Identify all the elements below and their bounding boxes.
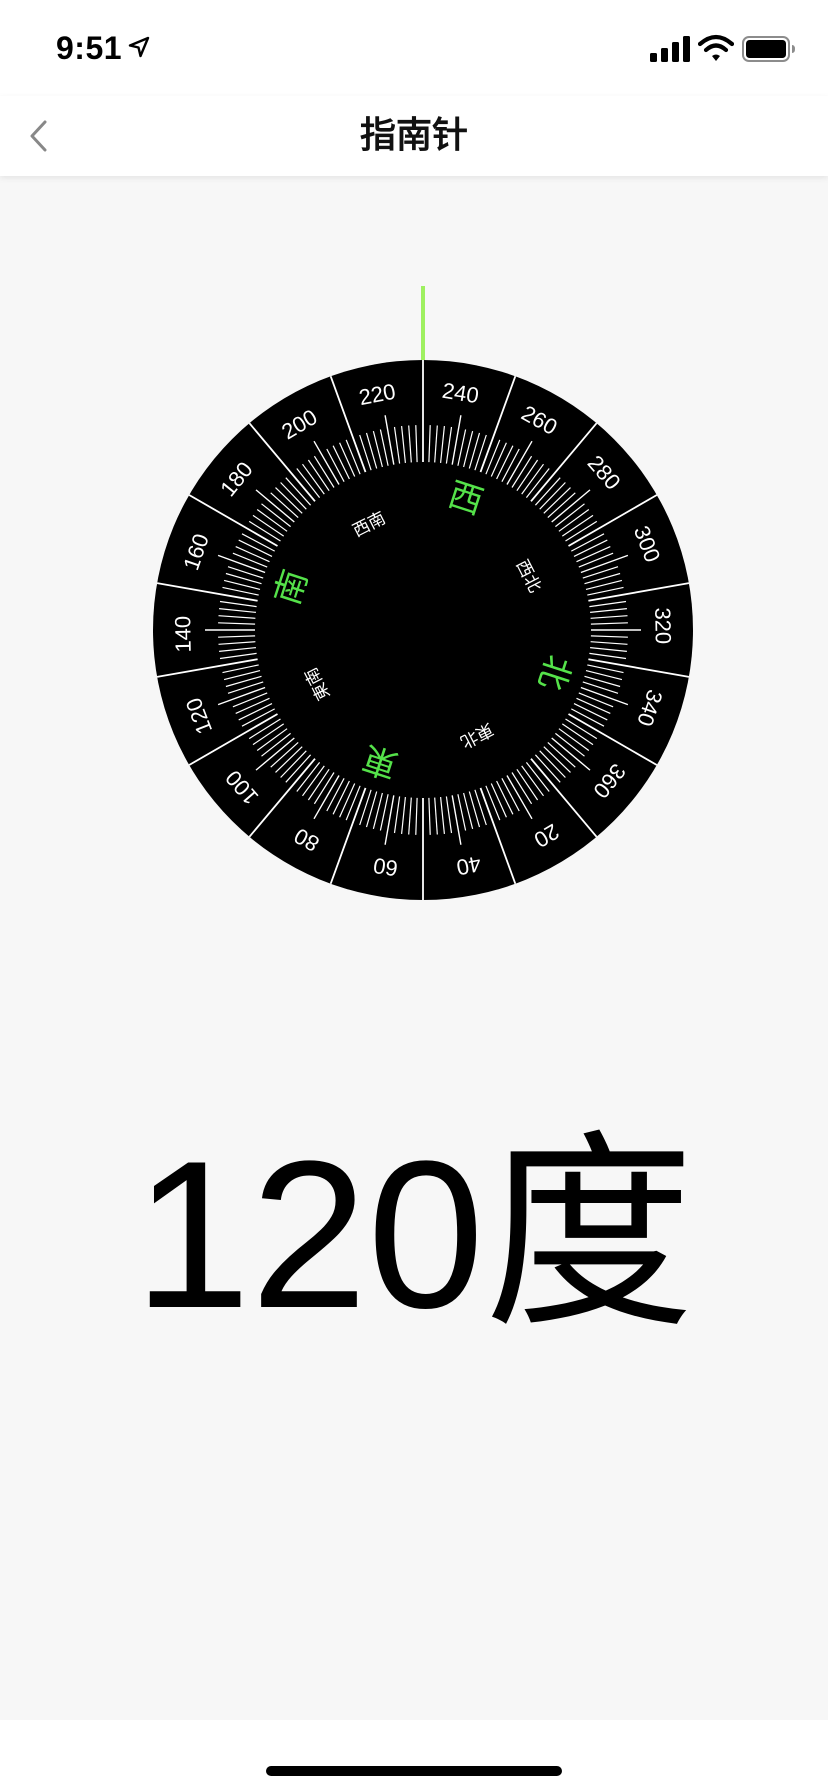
page-title: 指南针 xyxy=(359,115,468,156)
degree-label: 60 xyxy=(371,853,399,882)
degree-label: 320 xyxy=(650,607,676,644)
home-indicator[interactable] xyxy=(266,1766,562,1776)
heading-readout: 120度 xyxy=(0,1115,828,1355)
wifi-icon xyxy=(698,34,734,61)
battery-icon xyxy=(742,36,795,62)
location-arrow-icon xyxy=(128,36,150,58)
compass-dial: 20406080100120140160180200220 24026028030… xyxy=(153,286,693,900)
nav-bar: 指南针 xyxy=(0,96,828,176)
degree-label: 140 xyxy=(170,616,196,653)
status-time: 9:51 xyxy=(56,30,123,66)
signal-icon xyxy=(650,36,690,62)
back-button[interactable] xyxy=(14,108,64,164)
degree-label: 40 xyxy=(454,851,483,880)
status-bar: 9:51 xyxy=(0,0,828,96)
heading-unit: 度 xyxy=(484,1117,695,1352)
home-indicator-area xyxy=(0,1720,828,1792)
heading-value: 120 xyxy=(133,1117,485,1352)
chevron-left-icon xyxy=(30,120,47,152)
compass: 20 40 60 80 100 120 140 160 180 200 220 240 260 280 30… xyxy=(0,270,828,910)
